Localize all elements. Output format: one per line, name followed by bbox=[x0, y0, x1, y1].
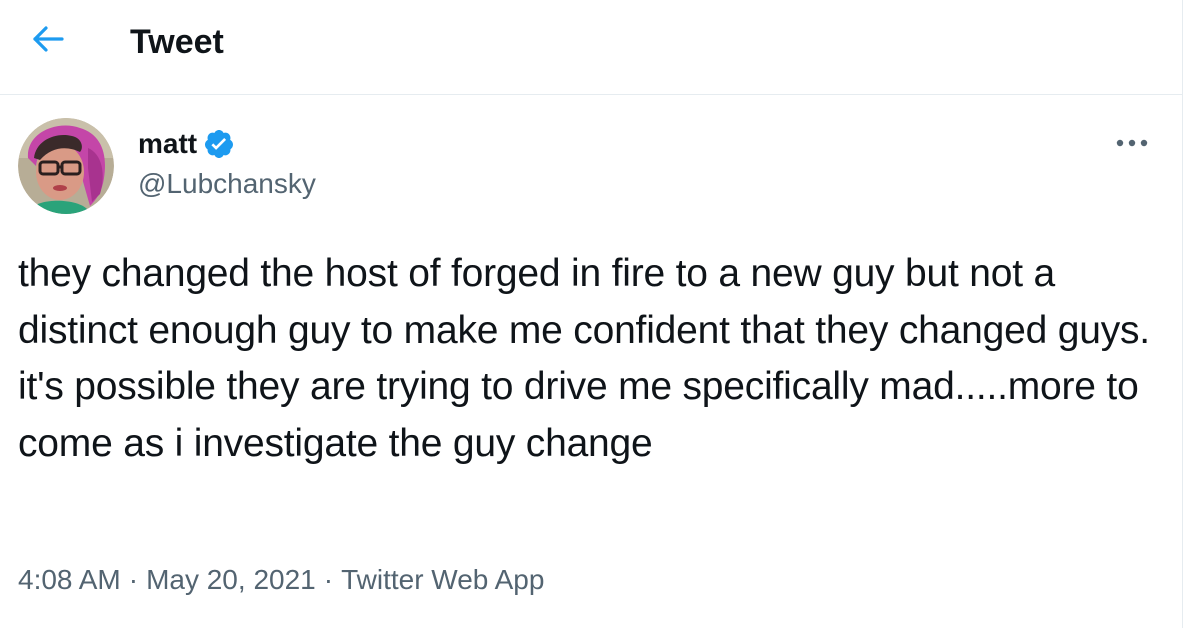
tweet-time[interactable]: 4:08 AM bbox=[18, 560, 121, 600]
more-options-button[interactable] bbox=[1108, 126, 1156, 162]
tweet-date[interactable]: May 20, 2021 bbox=[146, 560, 316, 600]
meta-separator: · bbox=[128, 564, 139, 595]
page-title: Tweet bbox=[130, 23, 224, 61]
tweet-source[interactable]: Twitter Web App bbox=[341, 560, 544, 600]
user-handle[interactable]: @Lubchansky bbox=[138, 166, 316, 202]
display-name[interactable]: matt bbox=[138, 128, 197, 160]
arrow-left-icon bbox=[31, 24, 65, 59]
avatar[interactable] bbox=[18, 118, 114, 214]
more-dots-icon bbox=[1115, 135, 1149, 153]
verified-badge-icon bbox=[203, 128, 235, 160]
header-bar: Tweet bbox=[0, 0, 1182, 95]
meta-separator: · bbox=[323, 564, 334, 595]
tweet-page: Tweet matt @Lubchansky they changed the … bbox=[0, 0, 1183, 628]
tweet-metadata: 4:08 AM · May 20, 2021 · Twitter Web App bbox=[18, 560, 544, 600]
back-button[interactable] bbox=[22, 19, 74, 63]
tweet-text: they changed the host of forged in fire … bbox=[18, 252, 1150, 465]
author-name-row: matt bbox=[138, 124, 235, 164]
